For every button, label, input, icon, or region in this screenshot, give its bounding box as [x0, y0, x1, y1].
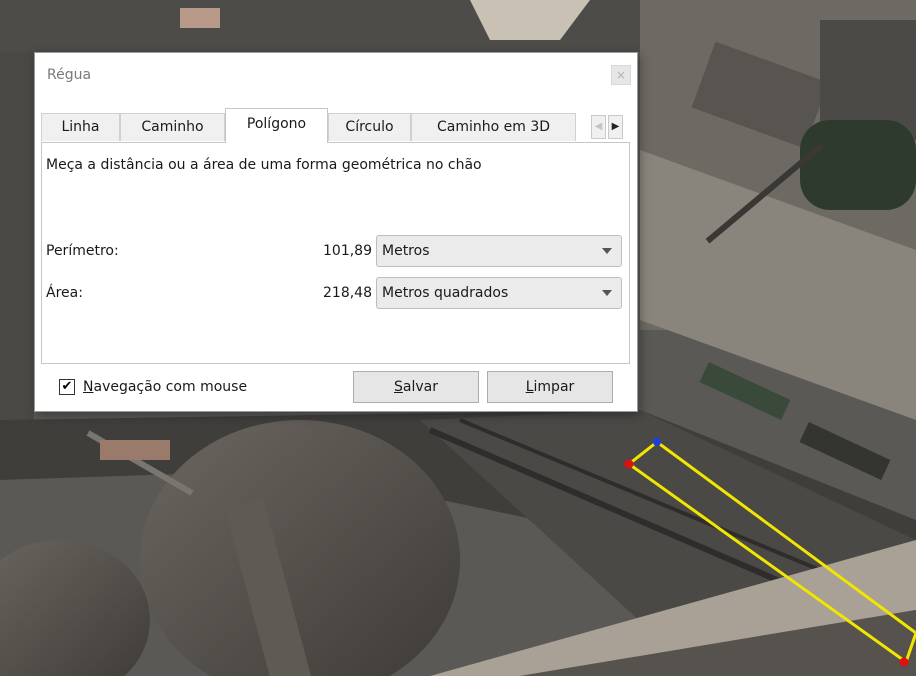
area-unit-selected: Metros quadrados: [382, 285, 509, 301]
polygon-tab-page: Meça a distância ou a área de uma forma …: [41, 142, 630, 364]
vertex-start-marker[interactable]: [624, 459, 634, 469]
button-label: impar: [533, 379, 575, 395]
vertex-end-marker[interactable]: [899, 657, 909, 667]
clear-button[interactable]: Limpar: [487, 371, 613, 403]
checkmark-icon: ✔: [61, 379, 73, 394]
map-roof: [100, 440, 170, 460]
tab-caminho[interactable]: Caminho: [120, 113, 225, 141]
tab-caminho-3d[interactable]: Caminho em 3D: [411, 113, 576, 141]
mnemonic-letter: N: [83, 379, 94, 395]
area-unit-dropdown[interactable]: Metros quadrados: [376, 277, 622, 309]
button-label: alvar: [402, 379, 438, 395]
perimeter-unit-dropdown[interactable]: Metros: [376, 235, 622, 267]
map-roof: [0, 52, 34, 432]
tab-scroll-left-icon[interactable]: ◀: [591, 115, 606, 139]
chevron-down-icon: [602, 290, 612, 296]
save-button[interactable]: Salvar: [353, 371, 479, 403]
mnemonic-letter: L: [525, 379, 534, 395]
mouse-navigation-label[interactable]: Navegação com mouse: [83, 379, 247, 395]
label-text: avegação com mouse: [93, 379, 248, 395]
map-trees: [800, 120, 916, 210]
area-label: Área:: [46, 285, 83, 301]
tab-circulo[interactable]: Círculo: [328, 113, 411, 141]
vertex-active-marker[interactable]: [653, 438, 661, 446]
dialog-title: Régua: [47, 67, 92, 83]
close-icon: ×: [615, 68, 627, 82]
close-button[interactable]: ×: [611, 65, 631, 85]
tab-linha[interactable]: Linha: [41, 113, 120, 141]
ruler-dialog: Régua × Linha Caminho Polígono Círculo C…: [34, 52, 638, 412]
mouse-navigation-checkbox[interactable]: ✔: [59, 379, 75, 395]
tab-description: Meça a distância ou a área de uma forma …: [46, 157, 482, 173]
perimeter-value: 101,89: [323, 243, 372, 259]
perimeter-label: Perímetro:: [46, 243, 119, 259]
chevron-down-icon: [602, 248, 612, 254]
tab-scroll-right-icon[interactable]: ▶: [608, 115, 623, 139]
perimeter-unit-selected: Metros: [382, 243, 430, 259]
area-value: 218,48: [323, 285, 372, 301]
dialog-title-bar[interactable]: Régua ×: [35, 53, 637, 99]
map-roof: [180, 8, 220, 28]
mnemonic-letter: S: [394, 379, 403, 395]
tab-poligono[interactable]: Polígono: [225, 108, 328, 143]
